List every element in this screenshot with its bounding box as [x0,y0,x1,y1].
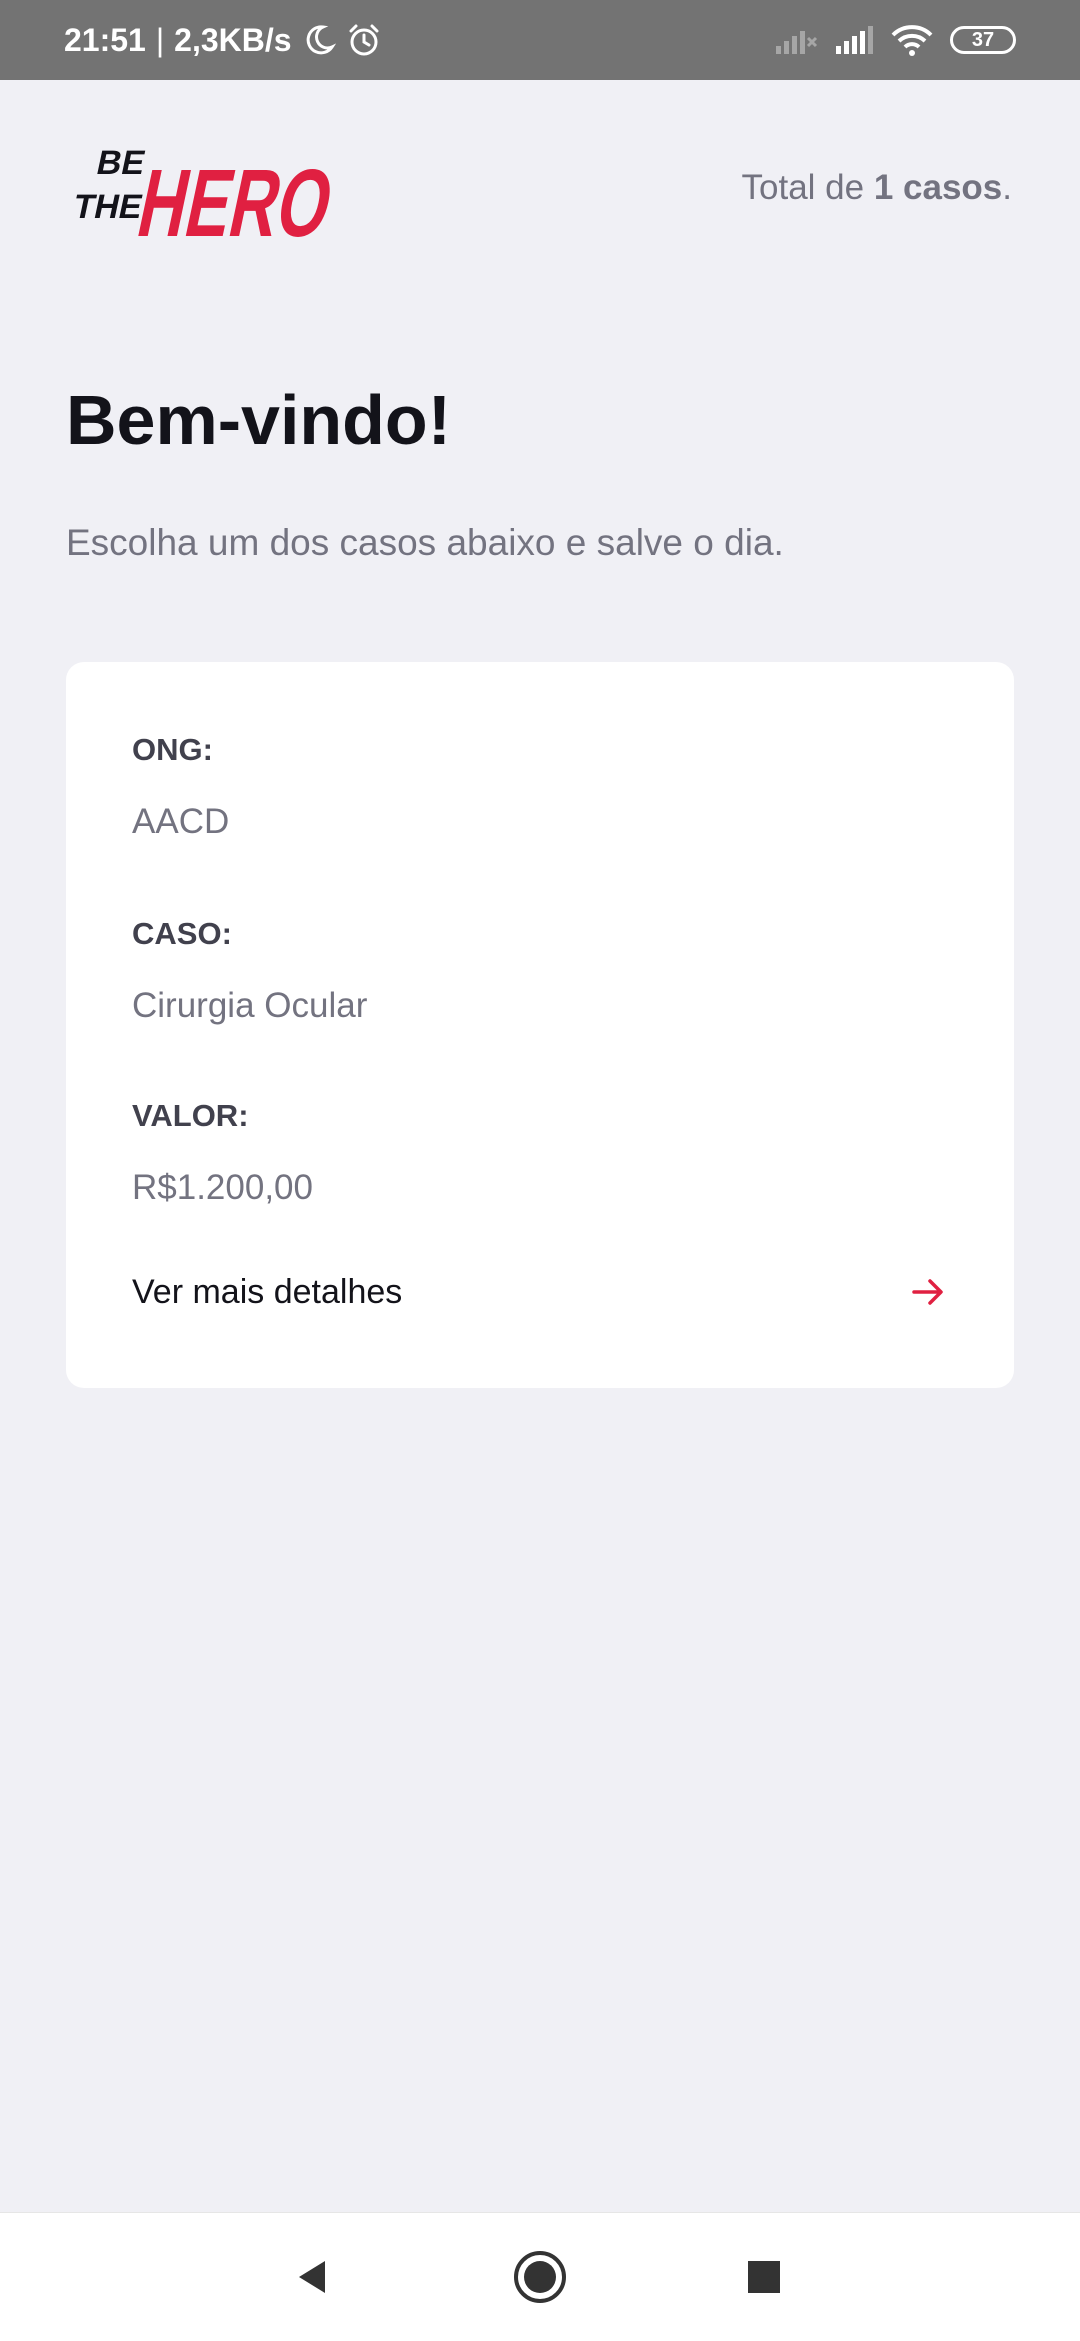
arrow-right-icon [912,1279,943,1305]
ong-value: AACD [132,802,230,841]
page-title: Bem-vindo! [66,381,451,459]
value-value: R$1.200,00 [132,1168,313,1207]
recents-square-icon [748,2261,780,2293]
be-the-hero-logo: BE THE HERO [70,144,330,248]
ong-label: ONG: [132,732,213,767]
total-suffix: . [1002,168,1012,207]
nav-back-button[interactable] [283,2247,343,2307]
alarm-icon [349,24,379,56]
nav-home-button[interactable] [510,2247,570,2307]
navigation-bar [0,2212,1080,2341]
page-subtitle: Escolha um dos casos abaixo e salve o di… [66,522,784,563]
status-time: 21:51 [64,21,146,58]
details-label: Ver mais detalhes [132,1272,403,1311]
details-button[interactable]: Ver mais detalhes [132,1262,948,1322]
wifi-icon [891,25,933,56]
back-triangle-icon [299,2261,325,2293]
total-prefix: Total de [741,168,874,207]
battery-level: 37 [971,28,995,51]
svg-text:HERO: HERO [129,149,330,248]
svg-text:BE: BE [93,144,148,182]
case-value: Cirurgia Ocular [132,986,368,1025]
case-label: CASO: [132,916,232,951]
home-circle-icon [514,2251,566,2303]
nav-recents-button[interactable] [734,2247,794,2307]
total-cases-text: Total de 1 casos. [742,168,1012,208]
status-left: 21:51 | 2,3KB/s [64,0,382,80]
battery-indicator: 37 [950,26,1016,54]
signal-no-sim-icon [776,31,818,54]
total-count: 1 casos [873,168,1003,207]
status-right: 37 [774,0,1016,80]
status-separator: | [155,21,165,58]
network-speed: 2,3KB/s [174,21,292,58]
svg-text:THE: THE [70,188,146,226]
incident-card: ONG: AACD CASO: Cirurgia Ocular VALOR: R… [66,662,1014,1388]
moon-icon [306,25,336,55]
signal-icon [836,26,873,54]
value-label: VALOR: [132,1098,249,1133]
status-bar: 21:51 | 2,3KB/s 37 [0,0,1080,80]
